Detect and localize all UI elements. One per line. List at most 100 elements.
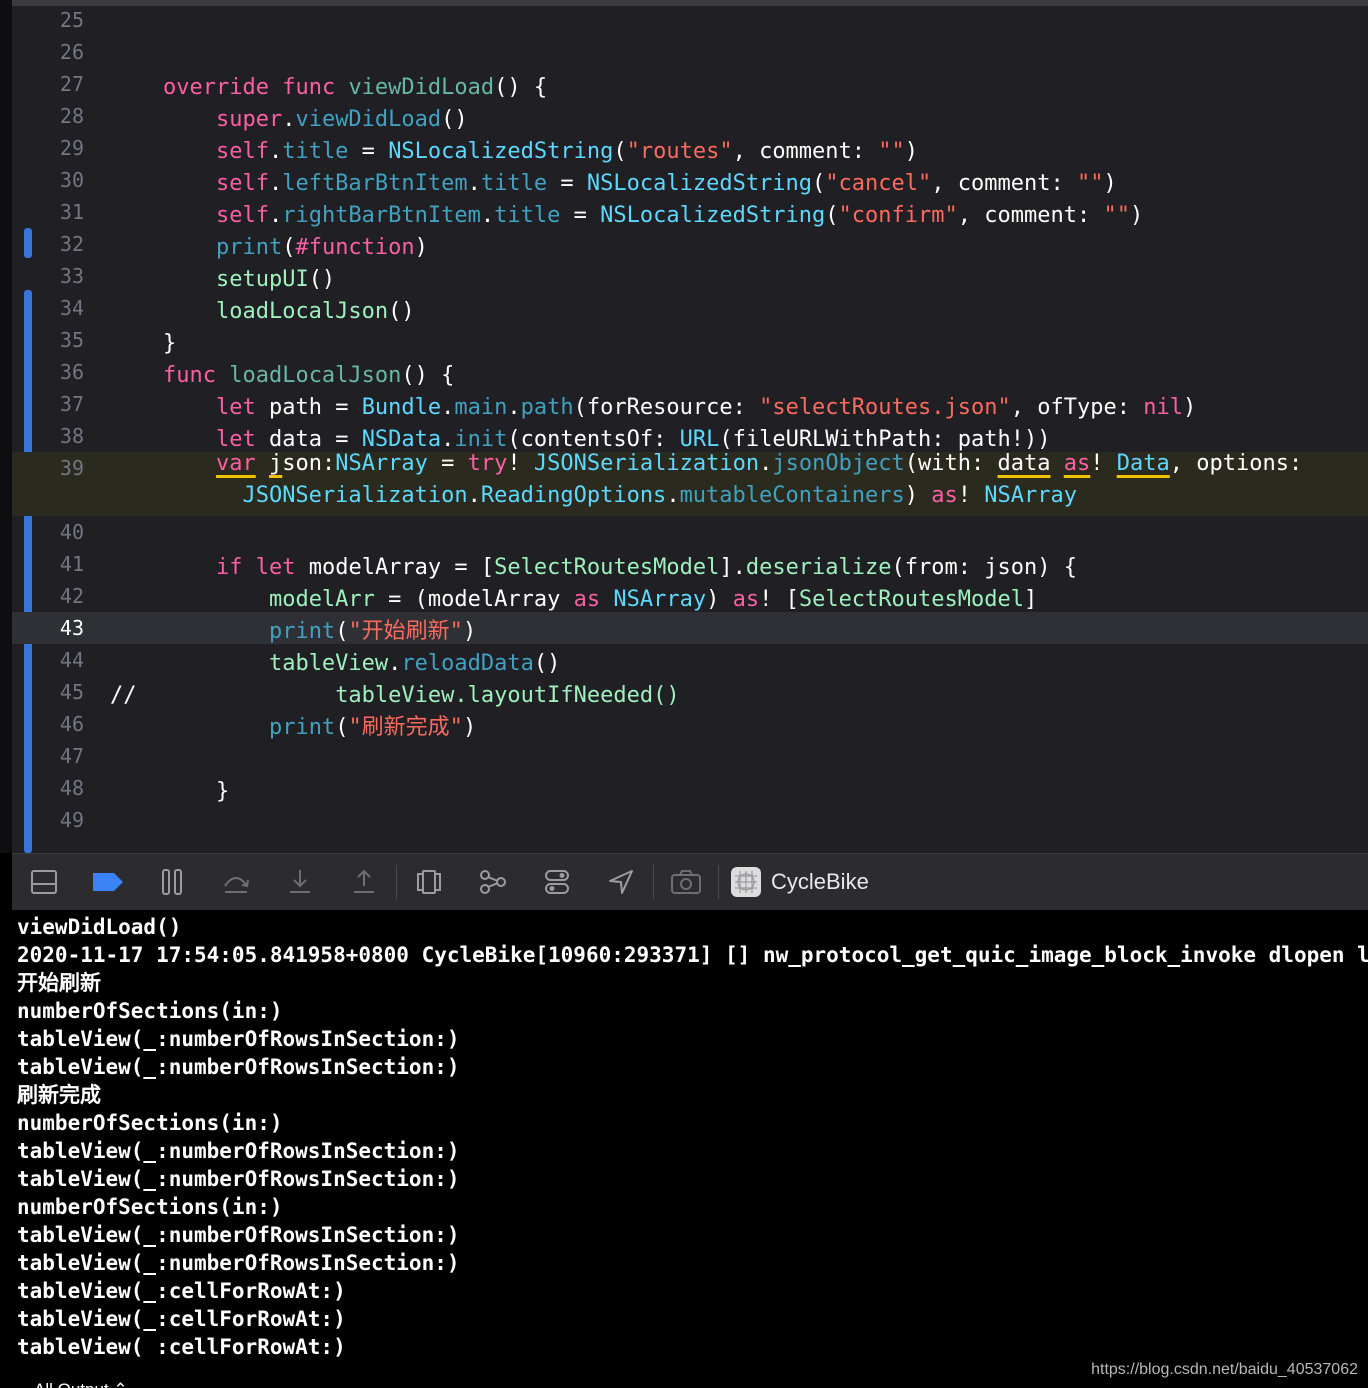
- watermark: https://blog.csdn.net/baidu_40537062: [1091, 1361, 1358, 1378]
- code-token: .: [467, 171, 481, 196]
- code-token: reloadData: [401, 651, 534, 676]
- code-line[interactable]: 46 print("刷新完成"): [12, 708, 1368, 740]
- code-token: ].: [719, 555, 746, 580]
- line-number[interactable]: 36: [12, 360, 84, 384]
- line-number[interactable]: 43: [12, 616, 84, 640]
- code-token: as: [931, 483, 958, 508]
- code-token: print: [268, 619, 336, 644]
- code-token: path =: [255, 395, 362, 420]
- line-number[interactable]: 28: [12, 104, 84, 128]
- scheme-selector[interactable]: CycleBike: [731, 867, 869, 897]
- code-line[interactable]: 47: [12, 740, 1368, 772]
- line-number[interactable]: 40: [12, 520, 84, 544]
- code-line[interactable]: 25: [12, 4, 1368, 36]
- code-line[interactable]: 45 // tableView.layoutIfNeeded(): [12, 676, 1368, 708]
- source-editor[interactable]: 25 26 27 override func viewDidLoad() {28 s…: [0, 0, 1368, 853]
- code-line[interactable]: 26: [12, 36, 1368, 68]
- code-token: NSArray: [613, 587, 707, 612]
- code-token: .: [666, 483, 680, 508]
- line-number[interactable]: 27: [12, 72, 84, 96]
- line-number[interactable]: 33: [12, 264, 84, 288]
- code-token: viewDidLoad: [295, 107, 442, 132]
- code-line[interactable]: 36 func loadLocalJson() {: [12, 356, 1368, 388]
- console-output[interactable]: viewDidLoad() 2020-11-17 17:54:05.841958+…: [0, 910, 1368, 1388]
- line-number[interactable]: 38: [12, 424, 84, 448]
- line-number[interactable]: 26: [12, 40, 84, 64]
- code-line[interactable]: 28 super.viewDidLoad(): [12, 100, 1368, 132]
- code-token: super: [215, 107, 283, 132]
- code-line[interactable]: 41 if let modelArray = [SelectRoutesMode…: [12, 548, 1368, 580]
- code-token: Data: [1116, 451, 1170, 476]
- line-number[interactable]: 47: [12, 744, 84, 768]
- code-line[interactable]: 43 print("开始刷新"): [12, 612, 1368, 644]
- code-line[interactable]: 29 self.title = NSLocalizedString("route…: [12, 132, 1368, 164]
- view-hierarchy-icon[interactable]: [397, 854, 461, 910]
- code-token: ReadingOptions: [480, 483, 667, 508]
- code-token: .: [268, 203, 283, 228]
- step-over-icon[interactable]: [204, 854, 268, 910]
- line-number[interactable]: 48: [12, 776, 84, 800]
- code-line[interactable]: 34 loadLocalJson(): [12, 292, 1368, 324]
- line-number[interactable]: 39: [12, 456, 84, 480]
- line-number[interactable]: 45: [12, 680, 84, 704]
- code-token: ): [414, 235, 428, 260]
- environment-overrides-icon[interactable]: [525, 854, 589, 910]
- output-filter-label[interactable]: All Output ⌃: [34, 1380, 128, 1388]
- code-token: .: [759, 451, 773, 476]
- step-into-icon[interactable]: [268, 854, 332, 910]
- step-out-icon[interactable]: [332, 854, 396, 910]
- code-line[interactable]: 39 var json:NSArray = try! JSONSerializa…: [12, 451, 1368, 516]
- line-number[interactable]: 31: [12, 200, 84, 224]
- code-line[interactable]: 44 tableView.reloadData(): [12, 644, 1368, 676]
- code-token: title: [480, 171, 548, 196]
- code-token: , comment:: [732, 139, 879, 164]
- code-line[interactable]: 42 modelArr = (modelArray as NSArray) as…: [12, 580, 1368, 612]
- simulate-location-icon[interactable]: [589, 854, 653, 910]
- code-line[interactable]: 33 setupUI(): [12, 260, 1368, 292]
- line-number[interactable]: 41: [12, 552, 84, 576]
- hide-debug-area-icon[interactable]: [12, 854, 76, 910]
- code-token: "开始刷新": [348, 619, 463, 644]
- editor-left-edge: [0, 0, 12, 853]
- line-number[interactable]: 25: [12, 8, 84, 32]
- memory-graph-icon[interactable]: [461, 854, 525, 910]
- code-token: ): [706, 587, 733, 612]
- line-number[interactable]: 44: [12, 648, 84, 672]
- pause-icon[interactable]: [140, 854, 204, 910]
- line-number[interactable]: 49: [12, 808, 84, 832]
- code-line[interactable]: 49: [12, 804, 1368, 836]
- code-token: nil: [1143, 395, 1183, 420]
- code-line[interactable]: 27 override func viewDidLoad() {: [12, 68, 1368, 100]
- camera-icon[interactable]: [654, 854, 718, 910]
- code-line[interactable]: 40: [12, 516, 1368, 548]
- line-number[interactable]: 34: [12, 296, 84, 320]
- line-number[interactable]: 32: [12, 232, 84, 256]
- code-token: deserialize: [745, 555, 892, 580]
- code-line[interactable]: 31 self.rightBarBtnItem.title = NSLocali…: [12, 196, 1368, 228]
- code-line[interactable]: 48 }: [12, 772, 1368, 804]
- code-token: jsonObject: [772, 451, 905, 476]
- code-lines: 25 26 27 override func viewDidLoad() {28 s…: [12, 4, 1368, 836]
- line-number[interactable]: 46: [12, 712, 84, 736]
- line-number[interactable]: 30: [12, 168, 84, 192]
- code-line[interactable]: 30 self.leftBarBtnItem.title = NSLocaliz…: [12, 164, 1368, 196]
- console-line: tableView( :cellForRowAt:): [17, 1335, 346, 1359]
- line-number[interactable]: 29: [12, 136, 84, 160]
- line-number[interactable]: 42: [12, 584, 84, 608]
- code-line[interactable]: 32 print(#function): [12, 228, 1368, 260]
- code-token: ]: [1024, 587, 1038, 612]
- code-line[interactable]: 35 }: [12, 324, 1368, 356]
- breakpoints-toggle-icon[interactable]: [76, 854, 140, 910]
- line-number[interactable]: 35: [12, 328, 84, 352]
- code-token: mutableContainers: [679, 483, 905, 508]
- code-token: (): [533, 651, 561, 676]
- code-line[interactable]: 37 let path = Bundle.main.path(forResour…: [12, 388, 1368, 420]
- line-number[interactable]: 37: [12, 392, 84, 416]
- console-line: tableView(_:numberOfRowsInSection:): [17, 1223, 460, 1247]
